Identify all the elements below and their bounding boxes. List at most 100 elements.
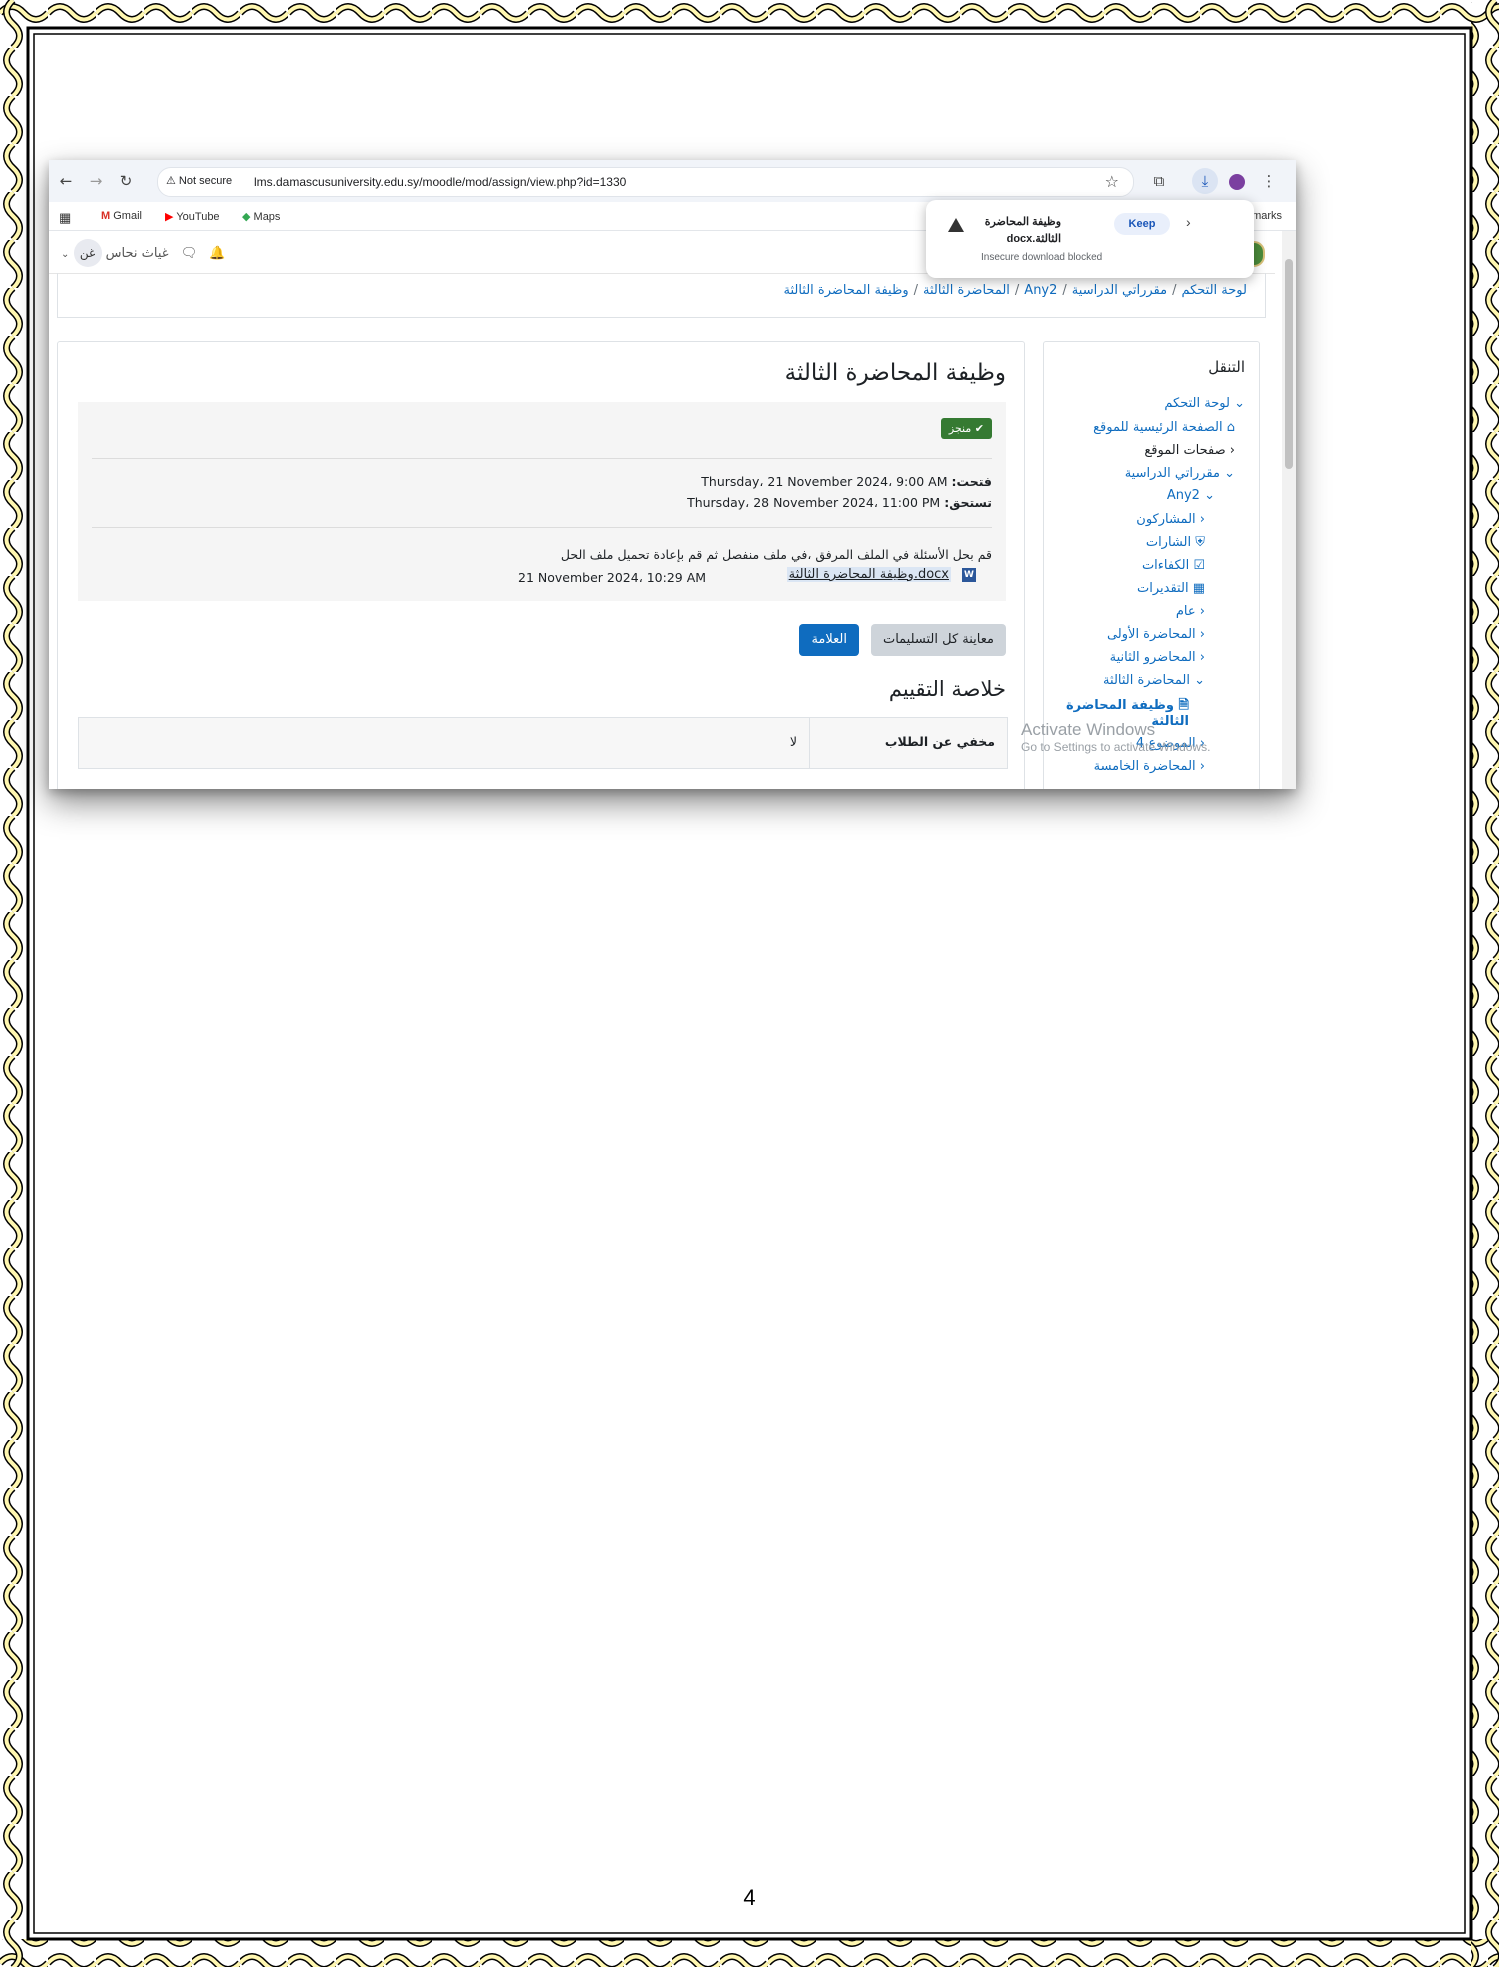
sidebar-item-site-home[interactable]: ⌂ الصفحة الرئيسية للموقع	[1093, 420, 1235, 435]
chevron-down-icon: ⌄	[1194, 673, 1205, 688]
address-bar[interactable]: ⚠ Not secure lms.damascusuniversity.edu.…	[157, 167, 1134, 197]
chevron-left-icon: ‹	[1199, 512, 1205, 527]
sidebar-item-my-courses[interactable]: ⌄ مقرراتي الدراسية	[1125, 466, 1235, 481]
sidebar-item-lecture-1[interactable]: ‹ المحاضرة الأولى	[1107, 627, 1205, 642]
watermark-title: Activate Windows	[1021, 720, 1156, 739]
back-arrow-icon[interactable]: ←	[55, 170, 77, 192]
opened-label: فتحت:	[951, 474, 992, 489]
table-header: مخفي عن الطلاب	[884, 734, 995, 749]
check-icon: ✔	[974, 422, 984, 435]
sidebar-label: المحاضرة الأولى	[1106, 627, 1196, 642]
file-icon: 🗎	[1178, 698, 1189, 713]
sidebar-label: التقديرات	[1137, 581, 1189, 596]
sidebar-item-general[interactable]: ‹ عام	[1176, 604, 1205, 619]
scrollbar-thumb[interactable]	[1285, 259, 1293, 469]
breadcrumb-item[interactable]: المحاضرة الثالثة	[923, 283, 1010, 298]
sidebar-item-course[interactable]: ⌄ Any2	[1167, 488, 1215, 503]
page-title: وظيفة المحاضرة الثالثة	[784, 360, 1006, 386]
apps-grid-icon[interactable]: ▦	[59, 210, 71, 226]
sidebar-item-competencies[interactable]: ☑ الكفاءات	[1142, 558, 1205, 573]
sidebar-label: لوحة التحكم	[1164, 396, 1230, 411]
assignment-instructions: قم بحل الأسئلة في الملف المرفق ،في ملف م…	[560, 547, 992, 562]
extensions-icon[interactable]: ⧉	[1146, 168, 1172, 194]
forward-arrow-icon[interactable]: →	[85, 170, 107, 192]
divider	[92, 527, 992, 528]
sidebar-label: مقرراتي الدراسية	[1124, 466, 1220, 481]
bookmark-star-icon[interactable]: ☆	[1105, 172, 1119, 191]
bookmark-youtube[interactable]: ▶ YouTube	[165, 210, 220, 223]
breadcrumb-item[interactable]: لوحة التحكم	[1181, 283, 1247, 298]
bookmark-gmail[interactable]: M Gmail	[101, 210, 142, 222]
user-menu[interactable]: ⌄ غن غياث نحاس 🗨 🔔	[61, 239, 226, 267]
sidebar-label: المحاضرة الخامسة	[1093, 759, 1196, 774]
opened-date: فتحت: Thursday، 21 November 2024، 9:00 A…	[701, 474, 992, 489]
page-scrollbar[interactable]	[1282, 231, 1296, 789]
table-cell-divider	[809, 718, 810, 768]
breadcrumb-item[interactable]: مقرراتي الدراسية	[1072, 283, 1167, 298]
table-cell: لا	[789, 734, 797, 749]
grading-summary-heading: خلاصة التقييم	[888, 677, 1006, 701]
not-secure-indicator[interactable]: ⚠ Not secure	[166, 174, 232, 187]
user-name[interactable]: غياث نحاس	[106, 246, 169, 261]
breadcrumb-item[interactable]: Any2	[1024, 283, 1057, 298]
sidebar-label: الشارات	[1145, 535, 1192, 550]
chevron-left-icon: ‹	[1199, 604, 1205, 619]
breadcrumb: لوحة التحكم / مقرراتي الدراسية / Any2 / المحاض…	[783, 283, 1247, 298]
bookmark-label: Maps	[253, 211, 281, 223]
sidebar-label: الكفاءات	[1141, 558, 1190, 573]
chevron-left-icon: ‹	[1199, 650, 1205, 665]
avatar[interactable]: غن	[73, 239, 102, 267]
sidebar-label: عام	[1175, 604, 1196, 619]
gmail-icon: M	[101, 210, 111, 222]
chevron-left-icon: ‹	[1229, 443, 1235, 458]
chevron-down-icon: ⌄	[1204, 488, 1215, 503]
keep-button[interactable]: Keep	[1114, 213, 1170, 235]
sidebar-item-site-pages[interactable]: ‹ صفحات الموقع	[1144, 443, 1235, 458]
grade-button[interactable]: العلامة	[799, 624, 859, 656]
youtube-icon: ▶	[165, 211, 174, 223]
chevron-down-icon: ⌄	[1234, 396, 1245, 411]
sidebar-item-participants[interactable]: ‹ المشاركون	[1136, 512, 1205, 527]
view-all-submissions-button[interactable]: معاينة كل التسليمات	[870, 624, 1006, 656]
profile-avatar-icon[interactable]	[1224, 168, 1250, 194]
sidebar-item-lecture-3[interactable]: ⌄ المحاضرة الثالثة	[1103, 673, 1205, 688]
status-label: منجز	[948, 422, 972, 435]
attached-file-link[interactable]: وظيفة المحاضرة الثالثة.docx	[786, 567, 951, 582]
sidebar-label: Any2	[1166, 488, 1200, 503]
status-badge: ✔ منجز	[940, 418, 992, 439]
bookmark-label: YouTube	[176, 211, 220, 223]
chevron-down-icon: ⌄	[61, 249, 70, 260]
due-label: تستحق:	[944, 495, 992, 510]
messages-icon[interactable]: 🗨	[181, 246, 198, 261]
download-bubble: وظيفة المحاضرة الثالثة.docx Insecure dow…	[926, 200, 1254, 278]
sidebar-item-lecture-5[interactable]: ‹ المحاضرة الخامسة	[1094, 759, 1205, 774]
security-label: Not secure	[178, 175, 233, 187]
due-value: Thursday، 28 November 2024، 11:00 PM	[687, 495, 941, 510]
bookmark-maps[interactable]: ◆ Maps	[242, 210, 280, 223]
file-modified-date: 21 November 2024، 10:29 AM	[518, 570, 707, 585]
sidebar-item-badges[interactable]: ⛨ الشارات	[1146, 535, 1205, 550]
download-icon[interactable]: ⤓	[1192, 168, 1218, 194]
sidebar-item-dashboard[interactable]: ⌄ لوحة التحكم	[1164, 396, 1245, 411]
breadcrumb-separator: /	[913, 283, 918, 298]
sidebar-item-grades[interactable]: ▦ التقديرات	[1137, 581, 1205, 596]
assignment-main: وظيفة المحاضرة الثالثة ✔ منجز فتحت: Thur…	[57, 341, 1025, 789]
due-date: تستحق: Thursday، 28 November 2024، 11:00…	[687, 495, 992, 510]
breadcrumb-separator: /	[1014, 283, 1020, 298]
sidebar-item-lecture-2[interactable]: ‹ المحاضرو الثانية	[1110, 650, 1205, 665]
menu-kebab-icon[interactable]: ⋮	[1256, 168, 1282, 194]
bookmark-label: Gmail	[113, 210, 142, 222]
bell-icon[interactable]: 🔔	[209, 246, 225, 261]
chevron-right-icon[interactable]: ›	[1186, 214, 1191, 230]
browser-toolbar: ← → ↻ ⚠ Not secure lms.damascusuniversit…	[49, 160, 1296, 202]
maps-icon: ◆	[242, 211, 251, 223]
breadcrumb-item[interactable]: وظيفة المحاضرة الثالثة	[783, 283, 908, 298]
url-text[interactable]: lms.damascusuniversity.edu.sy/moodle/mod…	[254, 175, 626, 189]
download-file-name: وظيفة المحاضرة الثالثة.docx	[984, 216, 1061, 245]
sidebar-label: المحاضرة الثالثة	[1103, 673, 1190, 688]
divider	[92, 458, 992, 459]
checkbox-icon: ☑	[1193, 558, 1205, 573]
reload-icon[interactable]: ↻	[115, 170, 137, 192]
navigation-heading: التنقل	[1208, 358, 1245, 376]
chevron-left-icon: ‹	[1199, 759, 1205, 774]
